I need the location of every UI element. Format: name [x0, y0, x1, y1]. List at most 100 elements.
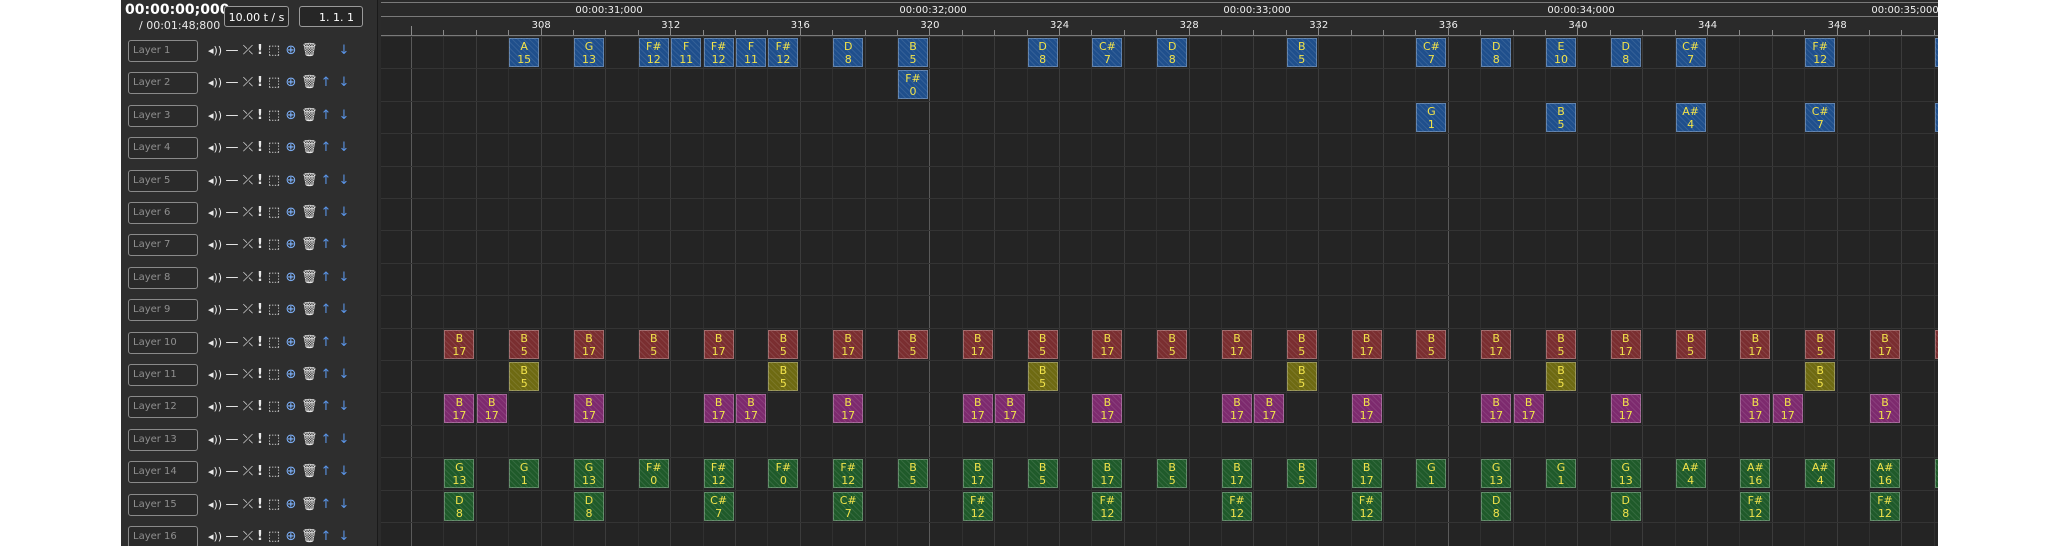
select-icon[interactable]: ⬚ — [267, 171, 281, 191]
move-down-icon[interactable]: ↓ — [337, 495, 351, 515]
note-block[interactable]: F 11 — [736, 38, 766, 67]
layer-name-field[interactable]: Layer 10 — [128, 331, 198, 354]
note-block[interactable]: B5 — [1675, 329, 1706, 359]
move-up-icon[interactable]: ↑ — [319, 106, 333, 126]
volume-icon[interactable]: ◂)) — [207, 495, 223, 515]
mute-icon[interactable]: ⤫ — [241, 138, 255, 158]
note-block[interactable]: B5 — [898, 38, 928, 67]
note-block[interactable]: D8 — [1610, 491, 1641, 521]
mute-icon[interactable]: ⤫ — [241, 462, 255, 482]
note-block[interactable]: F# 12 — [962, 491, 993, 521]
note-block[interactable]: C# 7 — [1416, 38, 1447, 67]
note-block[interactable]: D8 — [833, 38, 864, 67]
note-block[interactable]: B17 — [574, 329, 604, 359]
note-block[interactable]: B5 — [1027, 459, 1058, 489]
delete-icon[interactable]: 🗑 — [301, 268, 318, 288]
solo-icon[interactable]: ! — [255, 268, 265, 288]
note-block[interactable]: B17 — [1222, 459, 1252, 489]
add-icon[interactable]: ⊕ — [283, 203, 299, 223]
delete-icon[interactable]: 🗑 — [301, 430, 318, 450]
volume-icon[interactable]: ◂)) — [207, 41, 223, 61]
layer-name-field[interactable]: Layer 11 — [128, 364, 198, 386]
note-block[interactable]: D8 — [1027, 38, 1058, 67]
note-block[interactable]: B17 — [1772, 394, 1803, 424]
layer-name-field[interactable]: Layer 7 — [128, 234, 198, 257]
layer-name-field[interactable]: Layer 13 — [128, 428, 198, 451]
add-icon[interactable]: ⊕ — [283, 397, 299, 417]
solo-icon[interactable]: ! — [255, 527, 265, 546]
position-field[interactable]: 1. 1. 1 — [299, 6, 363, 27]
note-block[interactable]: B5 — [1546, 329, 1576, 359]
time-ruler[interactable]: 00:00:31;000 00:00:32;000 00:00:33;000 00:0… — [381, 0, 1938, 36]
note-block[interactable]: C# 7 — [833, 491, 864, 521]
pan-icon[interactable]: — — [225, 268, 239, 288]
delete-icon[interactable]: 🗑 — [301, 73, 318, 93]
note-block[interactable]: B5 — [1286, 362, 1317, 391]
select-icon[interactable]: ⬚ — [267, 527, 281, 546]
note-block[interactable]: B5 — [1157, 459, 1188, 489]
note-block[interactable]: B17 — [995, 394, 1026, 424]
note-block[interactable]: B17 — [736, 394, 766, 424]
delete-icon[interactable]: 🗑 — [301, 203, 318, 223]
note-block[interactable]: A 15 — [509, 38, 540, 67]
select-icon[interactable]: ⬚ — [267, 106, 281, 126]
note-block[interactable]: F# 12 — [833, 459, 864, 489]
note-block[interactable]: F# 12 — [1092, 491, 1123, 521]
note-block[interactable]: B5 — [1546, 362, 1576, 391]
move-up-icon[interactable]: ↑ — [319, 73, 333, 93]
pan-icon[interactable]: — — [225, 41, 239, 61]
volume-icon[interactable]: ◂)) — [207, 203, 223, 223]
note-block[interactable]: B17 — [1870, 329, 1900, 359]
note-block[interactable]: B5 — [1027, 329, 1058, 359]
note-block[interactable]: B5 — [898, 329, 928, 359]
mute-icon[interactable]: ⤫ — [241, 203, 255, 223]
move-up-icon[interactable]: ↑ — [319, 462, 333, 482]
note-block[interactable]: C# 7 — [703, 491, 734, 521]
pan-icon[interactable]: — — [225, 462, 239, 482]
delete-icon[interactable]: 🗑 — [301, 300, 318, 320]
move-up-icon[interactable]: ↑ — [319, 527, 333, 546]
add-icon[interactable]: ⊕ — [283, 527, 299, 546]
note-block[interactable]: B17 — [962, 459, 993, 489]
move-down-icon[interactable]: ↓ — [337, 106, 351, 126]
move-up-icon[interactable]: ↑ — [319, 365, 333, 385]
pan-icon[interactable]: — — [225, 333, 239, 353]
volume-icon[interactable]: ◂)) — [207, 268, 223, 288]
note-block[interactable]: B17 — [1092, 459, 1123, 489]
add-icon[interactable]: ⊕ — [283, 495, 299, 515]
pan-icon[interactable]: — — [225, 203, 239, 223]
note-block[interactable]: B5 — [768, 329, 799, 359]
select-icon[interactable]: ⬚ — [267, 495, 281, 515]
move-up-icon[interactable]: ↑ — [319, 397, 333, 417]
note-block[interactable]: B17 — [444, 329, 475, 359]
note-block[interactable]: B17 — [1222, 329, 1252, 359]
select-icon[interactable]: ⬚ — [267, 235, 281, 255]
volume-icon[interactable]: ◂)) — [207, 171, 223, 191]
solo-icon[interactable]: ! — [255, 397, 265, 417]
select-icon[interactable]: ⬚ — [267, 333, 281, 353]
move-down-icon[interactable]: ↓ — [337, 462, 351, 482]
note-block[interactable]: F# 12 — [1805, 38, 1836, 67]
delete-icon[interactable]: 🗑 — [301, 495, 318, 515]
move-up-icon[interactable]: ↑ — [319, 300, 333, 320]
move-up-icon[interactable]: ↑ — [319, 235, 333, 255]
move-down-icon[interactable]: ↓ — [337, 397, 351, 417]
note-block[interactable]: B5 — [1546, 102, 1576, 132]
note-block[interactable]: G 13 — [574, 459, 604, 489]
select-icon[interactable]: ⬚ — [267, 73, 281, 93]
select-icon[interactable]: ⬚ — [267, 268, 281, 288]
solo-icon[interactable]: ! — [255, 300, 265, 320]
select-icon[interactable]: ⬚ — [267, 397, 281, 417]
add-icon[interactable]: ⊕ — [283, 235, 299, 255]
note-block[interactable]: D8 — [1157, 38, 1188, 67]
pan-icon[interactable]: — — [225, 365, 239, 385]
note-block[interactable]: B17 — [1222, 394, 1252, 424]
note-block[interactable]: B5 — [1805, 329, 1836, 359]
move-down-icon[interactable]: ↓ — [337, 527, 351, 546]
note-block[interactable]: B17 — [1254, 394, 1285, 424]
note-block[interactable]: G 13 — [444, 459, 475, 489]
select-icon[interactable]: ⬚ — [267, 462, 281, 482]
note-block[interactable]: B5 — [638, 329, 669, 359]
note-block[interactable]: B17 — [1870, 394, 1900, 424]
note-block[interactable]: G 13 — [1610, 459, 1641, 489]
